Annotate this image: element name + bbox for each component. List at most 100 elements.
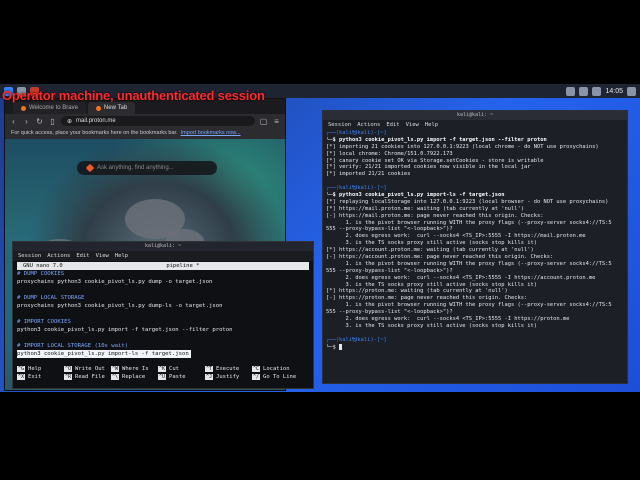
terminal-line-text: [-] https://mail.proton.me: page never r… xyxy=(326,212,544,219)
terminal-line-text: 555 --proxy-bypass-list "<-loopback>")? xyxy=(326,226,453,233)
terminal-line: [*] replaying localStorage into 127.0.0.… xyxy=(326,199,624,206)
terminal-line-text: [-] https://proton.me: page never reache… xyxy=(326,295,528,302)
terminal-line: 1. is the pivot browser running WITH the… xyxy=(326,302,624,309)
ntp-search-box[interactable]: Ask anything, find anything... xyxy=(77,161,217,175)
nano-line: # IMPORT LOCAL STORAGE (10s wait) xyxy=(13,342,313,350)
nano-shortcut[interactable]: ^O Write Out xyxy=(64,365,111,372)
menu-edit[interactable]: Edit xyxy=(386,122,399,128)
terminal-line-text: 555 --proxy-bypass-list "<-loopback>")? xyxy=(326,309,453,316)
terminal-line: [*] imported 21/21 cookies xyxy=(326,171,624,178)
nano-line: python3 cookie_pivot_ls.py import-ls -f … xyxy=(13,350,313,358)
terminal-line: 2. does egress work: curl --socks4 <TS_I… xyxy=(326,275,624,282)
bookmarks-bar: For quick access, place your bookmarks h… xyxy=(5,128,285,138)
import-bookmarks-link[interactable]: Import bookmarks now... xyxy=(181,130,241,136)
terminal-line-text: 555 --proxy-bypass-list "<-loopback>")? xyxy=(326,267,453,274)
menu-icon[interactable]: ≡ xyxy=(272,117,281,126)
terminal-line: [*] https://mail.proton.me: waiting (tab… xyxy=(326,206,624,213)
shortcut-label: Write Out xyxy=(75,365,105,372)
tab-welcome[interactable]: Welcome to Brave xyxy=(13,102,86,114)
terminal-line-text: [*] local chrome: Chrome/151.0.7922.173 xyxy=(326,150,453,157)
nano-version: GNU nano 7.0 xyxy=(23,263,63,269)
nano-line-text: # DUMP LOCAL STORAGE xyxy=(17,295,85,301)
terminal-line: ┌──(kali㉿kali)-[~] xyxy=(326,185,624,192)
power-icon[interactable] xyxy=(627,86,636,96)
shortcut-label: Justify xyxy=(216,373,240,380)
menu-edit[interactable]: Edit xyxy=(76,253,89,259)
nano-shortcut[interactable]: ^X Exit xyxy=(17,373,64,380)
terminal-line-text: ┌──(kali㉿kali)-[~] xyxy=(326,336,387,343)
nano-shortcut[interactable]: ^U Paste xyxy=(158,373,205,380)
nano-shortcut[interactable]: ^/Go To Line xyxy=(252,373,299,380)
tab-label: New Tab xyxy=(103,105,128,111)
terminal-line-text: [-] https://account.proton.me: page neve… xyxy=(326,254,554,261)
nano-shortcut[interactable]: ^T Execute xyxy=(205,365,252,372)
menu-view[interactable]: View xyxy=(406,122,419,128)
shortcut-label: Paste xyxy=(169,373,186,380)
letterbox-bottom xyxy=(0,392,640,480)
tab-new[interactable]: New Tab xyxy=(87,102,136,114)
terminal-line-text: └─$ python3 cookie_pivot_ls.py import -f… xyxy=(326,136,547,143)
shortcut-key: ^U xyxy=(158,373,167,380)
extensions-icon[interactable]: ▢ xyxy=(259,117,268,126)
battery-icon[interactable] xyxy=(592,86,602,96)
bookmark-icon[interactable]: ▯ xyxy=(48,117,57,126)
menu-help[interactable]: Help xyxy=(115,253,128,259)
menu-session[interactable]: Session xyxy=(18,253,41,259)
back-icon[interactable]: ‹ xyxy=(9,117,18,126)
nano-shortcut[interactable]: ^K Cut xyxy=(158,365,205,372)
nano-line: # IMPORT COOKIES xyxy=(13,318,313,326)
menu-help[interactable]: Help xyxy=(425,122,438,128)
terminal-line-text: [*] importing 21 cookies into 127.0.0.1:… xyxy=(326,143,599,150)
nano-shortcut[interactable]: ^C Location xyxy=(252,365,299,372)
forward-icon[interactable]: › xyxy=(22,117,31,126)
nano-editor[interactable]: # DUMP COOKIES proxychains python3 cookie… xyxy=(13,270,313,358)
terminal-line: 1. is the pivot browser running WITH the… xyxy=(326,220,624,227)
nano-shortcut[interactable]: ^R Read File xyxy=(64,373,111,380)
terminal-line: [*] verify: 21/21 imported cookies now v… xyxy=(326,164,624,171)
volume-icon[interactable] xyxy=(579,86,589,96)
nano-shortcut[interactable]: ^W Where Is xyxy=(111,365,158,372)
terminal-line-text: └─$ xyxy=(326,344,339,351)
menu-actions[interactable]: Actions xyxy=(47,253,70,259)
nano-shortcut[interactable]: ^G Help xyxy=(17,365,64,372)
shortcut-key: ^X xyxy=(17,373,26,380)
terminal-line: └─$ python3 cookie_pivot_ls.py import -f… xyxy=(326,137,624,144)
shortcut-key: ^G xyxy=(17,365,26,372)
terminal-line-text: ┌──(kali㉿kali)-[~] xyxy=(326,185,387,192)
site-info-icon[interactable]: ⊕ xyxy=(67,118,72,125)
menu-actions[interactable]: Actions xyxy=(357,122,380,128)
shortcut-label: Replace xyxy=(122,373,146,380)
terminal-output: ┌──(kali㉿kali)-[~] └─$ python3 cookie_piv… xyxy=(323,129,627,352)
shortcut-label: Cut xyxy=(169,365,179,372)
terminal-line: 2. does egress work: curl --socks4 <TS_I… xyxy=(326,233,624,240)
shortcut-label: Where Is xyxy=(122,365,149,372)
terminal-line: 3. is the TS socks proxy still active (s… xyxy=(326,240,624,247)
shortcut-key: ^T xyxy=(205,365,214,372)
terminal-menubar: Session Actions Edit View Help xyxy=(323,120,627,129)
bookmarks-hint: For quick access, place your bookmarks h… xyxy=(11,130,178,136)
menu-session[interactable]: Session xyxy=(328,122,351,128)
terminal-line-text: 3. is the TS socks proxy still active (s… xyxy=(326,322,537,329)
terminal-line: └─$ python3 cookie_pivot_ls.py import-ls… xyxy=(326,192,624,199)
shortcut-label: Execute xyxy=(216,365,240,372)
address-bar[interactable]: ⊕ mail.proton.me xyxy=(61,116,255,126)
reload-icon[interactable]: ↻ xyxy=(35,117,44,126)
terminal-line-text: 1. is the pivot browser running WITH the… xyxy=(326,260,612,267)
shortcut-label: Go To Line xyxy=(263,373,297,380)
nano-terminal-window[interactable]: kali@kali: ~ Session Actions Edit View H… xyxy=(12,241,314,389)
network-icon[interactable] xyxy=(566,86,576,96)
menu-view[interactable]: View xyxy=(96,253,109,259)
terminal-line-text: [*] https://mail.proton.me: waiting (tab… xyxy=(326,205,524,212)
nano-shortcut[interactable]: ^J Justify xyxy=(205,373,252,380)
search-placeholder: Ask anything, find anything... xyxy=(97,165,174,171)
nano-shortcut[interactable]: ^\ Replace xyxy=(111,373,158,380)
kali-terminal-window[interactable]: kali@kali: ~ Session Actions Edit View H… xyxy=(322,110,628,384)
terminal-line: └─$ xyxy=(326,343,624,351)
terminal-line: [*] importing 21 cookies into 127.0.0.1:… xyxy=(326,144,624,151)
nano-line: proxychains python3 cookie_pivot_ls.py d… xyxy=(13,278,313,286)
terminal-line: [-] https://proton.me: page never reache… xyxy=(326,295,624,302)
browser-toolbar: ‹ › ↻ ▯ ⊕ mail.proton.me ▢ ≡ xyxy=(5,114,285,128)
terminal-line: ┌──(kali㉿kali)-[~] xyxy=(326,130,624,137)
